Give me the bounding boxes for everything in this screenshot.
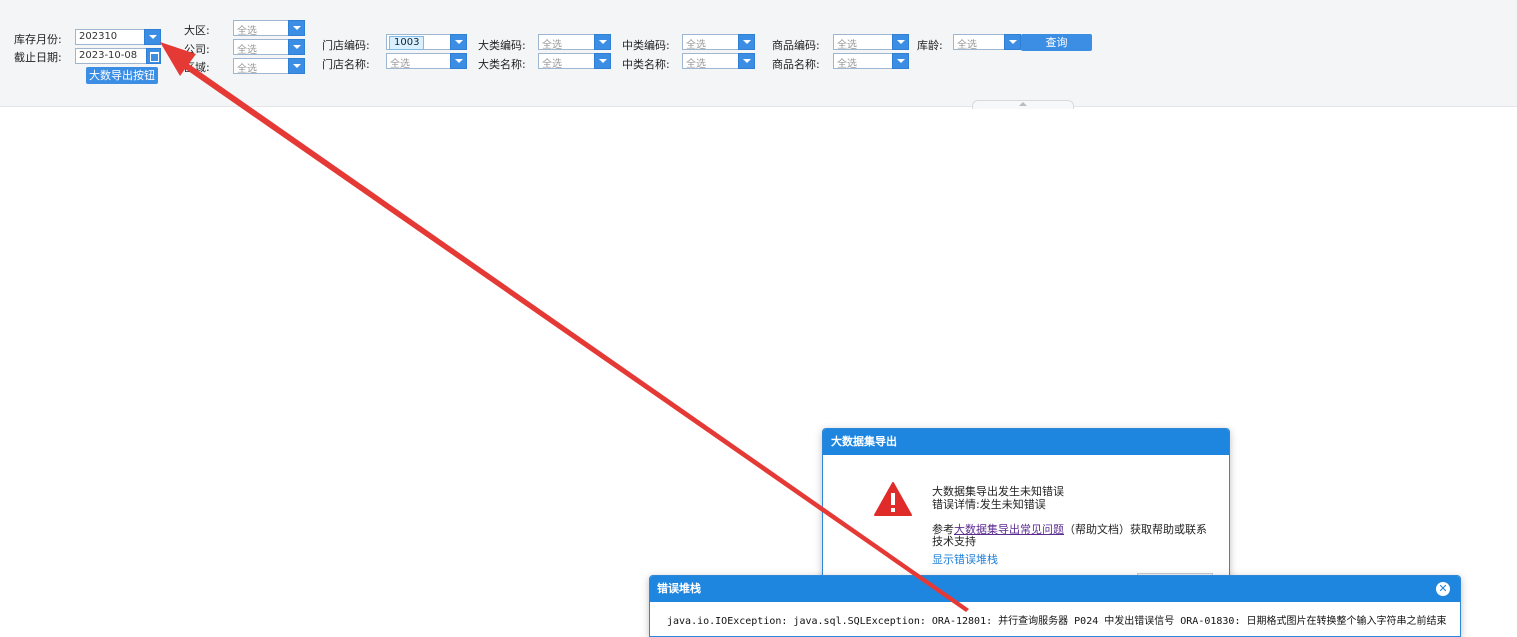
annotation-arrow-shaft [181, 62, 969, 612]
annotation-arrow [160, 42, 969, 612]
